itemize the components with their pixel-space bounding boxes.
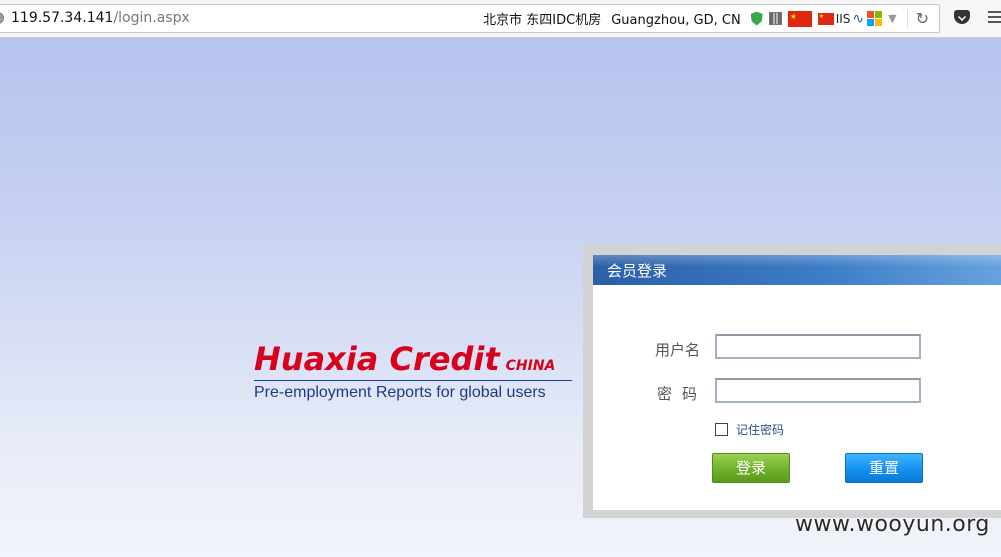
url-host: 119.57.34.141 bbox=[11, 10, 114, 26]
password-label: 密码 bbox=[657, 385, 708, 403]
login-form: 会员登录 用户名 密码 记住密码 登录 重置 bbox=[593, 255, 1001, 510]
address-bar-extensions: 北京市 东四IDC机房 Guangzhou, GD, CN IIS ∿ ▼ ↻ bbox=[483, 5, 939, 32]
password-field[interactable] bbox=[715, 378, 921, 403]
windows-icon[interactable] bbox=[867, 11, 883, 26]
server-label: IIS bbox=[835, 11, 851, 26]
logo-brand: Huaxia Credit bbox=[254, 340, 500, 378]
logo-country: CHINA bbox=[505, 358, 556, 374]
login-header: 会员登录 bbox=[593, 255, 1001, 285]
username-label: 用户名 bbox=[655, 341, 701, 359]
globe-icon bbox=[0, 12, 4, 24]
qr-code-icon[interactable] bbox=[768, 12, 782, 25]
ip-location: 北京市 东四IDC机房 Guangzhou, GD, CN bbox=[483, 9, 741, 28]
browser-toolbar: 119.57.34.141/login.aspx 北京市 东四IDC机房 Guan… bbox=[0, 0, 1001, 38]
logo-divider bbox=[254, 380, 572, 381]
login-panel: 会员登录 用户名 密码 记住密码 登录 重置 bbox=[583, 245, 1001, 518]
login-title: 会员登录 bbox=[607, 262, 668, 280]
url-text[interactable]: 119.57.34.141/login.aspx bbox=[11, 10, 190, 26]
remember-password-label[interactable]: 记住密码 bbox=[736, 421, 784, 438]
remember-password-checkbox[interactable] bbox=[715, 423, 728, 436]
username-field[interactable] bbox=[715, 334, 921, 359]
logo-tagline: Pre-employment Reports for global users bbox=[254, 384, 546, 401]
brand-logo: Huaxia Credit CHINA Pre-employment Report… bbox=[254, 340, 574, 402]
ip-city: 北京市 东四IDC机房 bbox=[483, 13, 602, 28]
toolbar-divider bbox=[906, 9, 908, 28]
reload-icon[interactable]: ↻ bbox=[916, 9, 929, 28]
pocket-icon[interactable] bbox=[954, 10, 970, 24]
reset-button[interactable]: 重置 bbox=[845, 453, 923, 483]
ip-geo: Guangzhou, GD, CN bbox=[611, 13, 741, 28]
login-button[interactable]: 登录 bbox=[712, 453, 790, 483]
shield-icon[interactable] bbox=[750, 11, 763, 26]
dropdown-caret-icon[interactable]: ▼ bbox=[888, 12, 896, 25]
wave-icon[interactable]: ∿ bbox=[852, 11, 864, 27]
address-bar[interactable]: 119.57.34.141/login.aspx 北京市 东四IDC机房 Guan… bbox=[0, 4, 940, 33]
url-path: /login.aspx bbox=[113, 10, 190, 26]
china-flag-small-icon[interactable] bbox=[817, 12, 834, 25]
watermark: www.wooyun.org bbox=[795, 512, 990, 537]
china-flag-icon[interactable] bbox=[787, 10, 812, 27]
menu-icon[interactable] bbox=[988, 11, 1001, 23]
remember-password-row: 记住密码 bbox=[715, 421, 784, 438]
